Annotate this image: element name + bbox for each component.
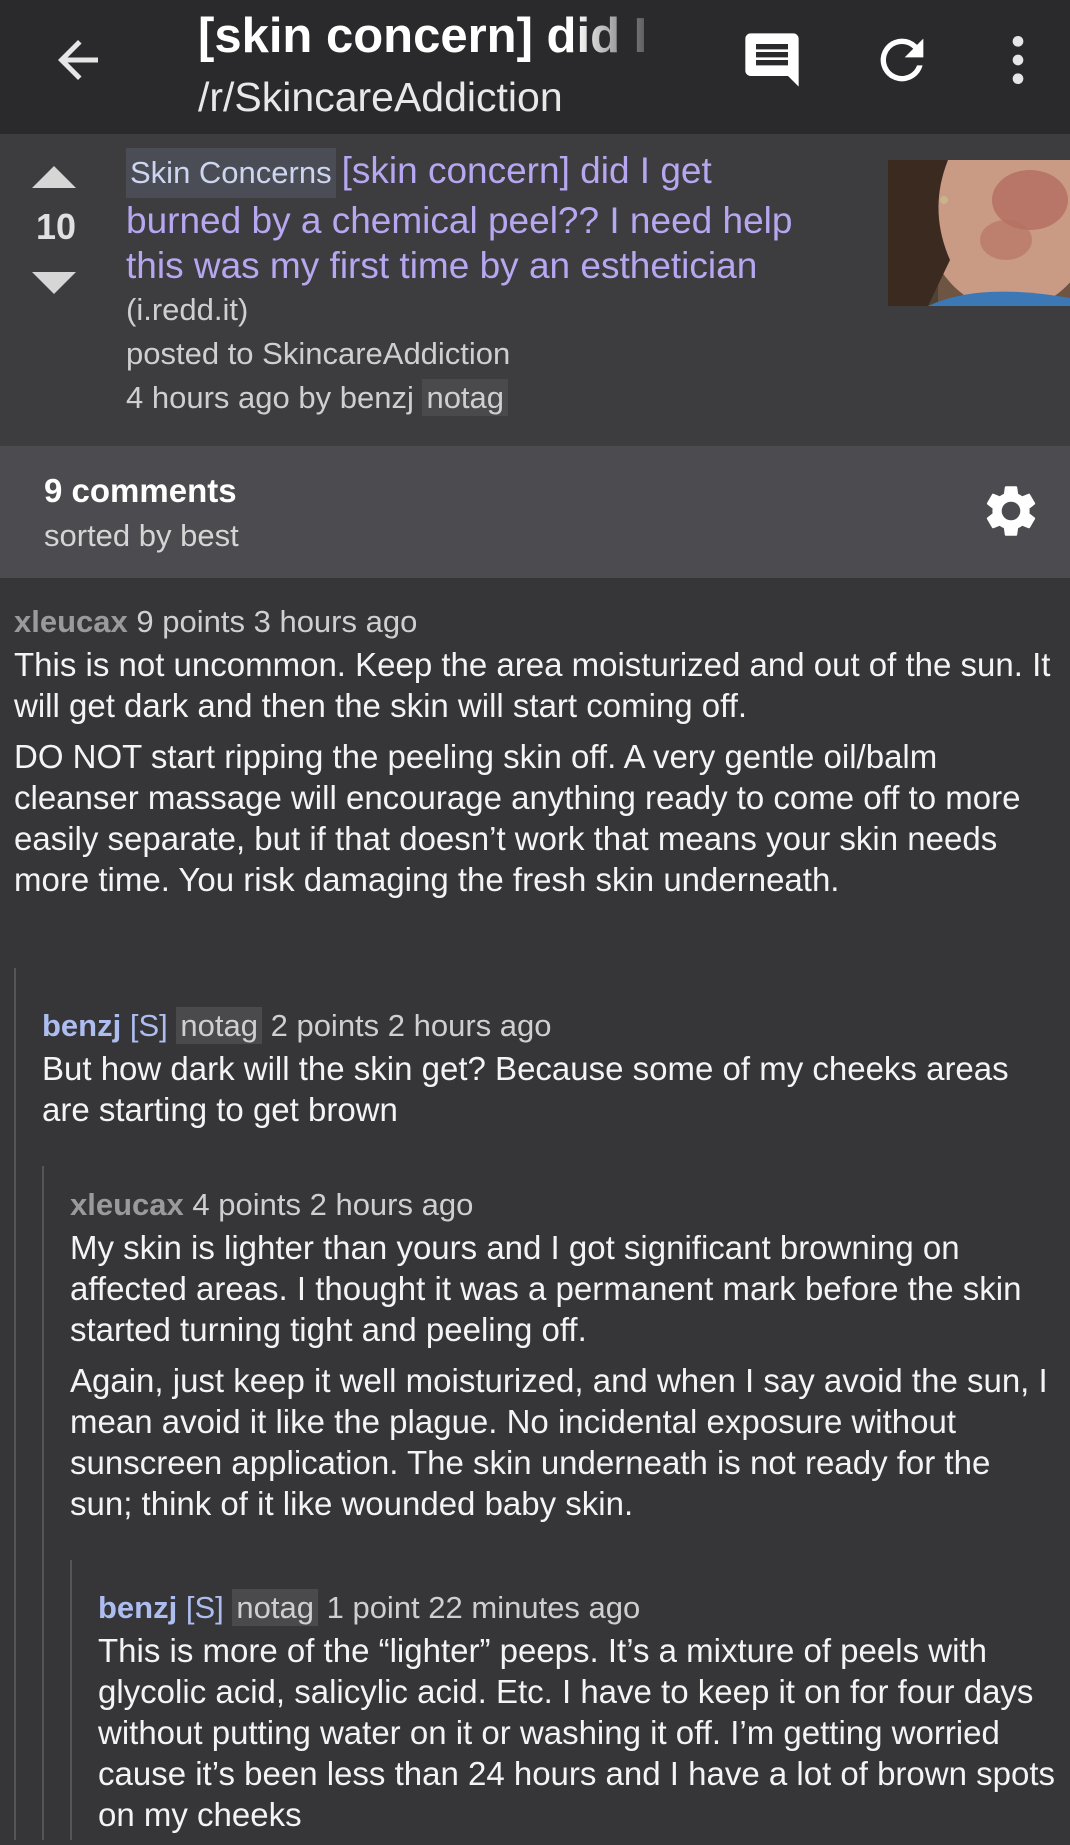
comment-time: 2 hours ago — [387, 1008, 552, 1043]
post-time: 4 hours ago by — [126, 380, 332, 415]
comment-text: Again, just keep it well moisturized, an… — [70, 1362, 1048, 1522]
comment-time: 2 hours ago — [309, 1187, 474, 1222]
comment-count: 9 comments — [44, 472, 237, 509]
comment-author[interactable]: benzj — [42, 1008, 121, 1043]
thread-rail — [14, 968, 16, 1840]
comment-text: This is not uncommon. Keep the area mois… — [14, 646, 1051, 724]
comment-points: 4 points — [192, 1187, 301, 1222]
comment-text: My skin is lighter than yours and I got … — [70, 1229, 1022, 1348]
upvote-icon[interactable] — [30, 164, 78, 190]
app-toolbar: [skin concern] did I /r/SkincareAddictio… — [0, 0, 1070, 134]
user-tag: notag — [422, 379, 509, 416]
comment-author[interactable]: benzj — [98, 1590, 177, 1625]
thread-rail — [70, 1560, 72, 1840]
sort-order[interactable]: sorted by best — [44, 518, 239, 554]
thread-rail — [42, 1166, 44, 1840]
comment-meta: xleucax 9 points 3 hours ago — [14, 600, 1060, 644]
post-thumbnail[interactable] — [888, 160, 1070, 306]
comment-points: 2 points — [270, 1008, 380, 1043]
comment-meta: benzj [S] notag 2 points 2 hours ago — [42, 1004, 1042, 1048]
comment-author[interactable]: xleucax — [70, 1187, 184, 1222]
comment-time: 22 minutes ago — [428, 1590, 641, 1625]
comment-text: This is more of the “lighter” peeps. It’… — [98, 1632, 1055, 1833]
more-vert-icon[interactable] — [986, 28, 1050, 92]
user-tag: notag — [232, 1589, 318, 1626]
comments-icon[interactable] — [740, 28, 804, 92]
user-tag: notag — [176, 1007, 262, 1044]
post-author[interactable]: benzj — [340, 380, 414, 415]
post-score: 10 — [35, 206, 77, 247]
comment-text: But how dark will the skin get? Because … — [42, 1050, 1009, 1128]
comment-meta: benzj [S] notag 1 point 22 minutes ago — [98, 1586, 1060, 1630]
comment-author[interactable]: xleucax — [14, 604, 128, 639]
post-flair: Skin Concerns — [126, 148, 336, 198]
comment-text: DO NOT start ripping the peeling skin of… — [14, 738, 1021, 898]
refresh-icon[interactable] — [870, 28, 934, 92]
downvote-icon[interactable] — [30, 270, 78, 296]
comment-points: 1 point — [326, 1590, 420, 1625]
post-byline: 4 hours ago by benzj notag — [126, 376, 826, 420]
comment-meta: xleucax 4 points 2 hours ago — [70, 1183, 1050, 1227]
post-header: 10 Skin Concerns [skin concern] did I get… — [0, 134, 1070, 446]
post-title-link[interactable]: Skin Concerns [skin concern] did I get bu… — [126, 148, 826, 288]
posted-to: posted to SkincareAddiction — [126, 336, 511, 371]
comment[interactable]: benzj [S] notag 1 point 22 minutes ago T… — [98, 1586, 1060, 1845]
gear-icon[interactable] — [980, 480, 1042, 542]
comment[interactable]: xleucax 9 points 3 hours ago This is not… — [14, 600, 1060, 910]
comment[interactable]: benzj [S] notag 2 points 2 hours ago But… — [42, 1004, 1042, 1140]
post-title-header: [skin concern] did I — [198, 9, 648, 63]
comments-header: 9 comments sorted by best — [0, 446, 1070, 578]
comment[interactable]: xleucax 4 points 2 hours ago My skin is … — [70, 1183, 1050, 1534]
face-photo-thumbnail — [888, 160, 1070, 306]
submitter-badge: [S] — [185, 1590, 224, 1625]
comment-points: 9 points — [136, 604, 245, 639]
post-domain[interactable]: (i.redd.it) — [126, 288, 826, 332]
post-info: Skin Concerns [skin concern] did I get bu… — [126, 148, 826, 420]
subreddit-name[interactable]: /r/SkincareAddiction — [198, 74, 563, 121]
comment-time: 3 hours ago — [253, 604, 418, 639]
back-arrow-icon[interactable] — [48, 30, 108, 90]
submitter-badge: [S] — [129, 1008, 168, 1043]
